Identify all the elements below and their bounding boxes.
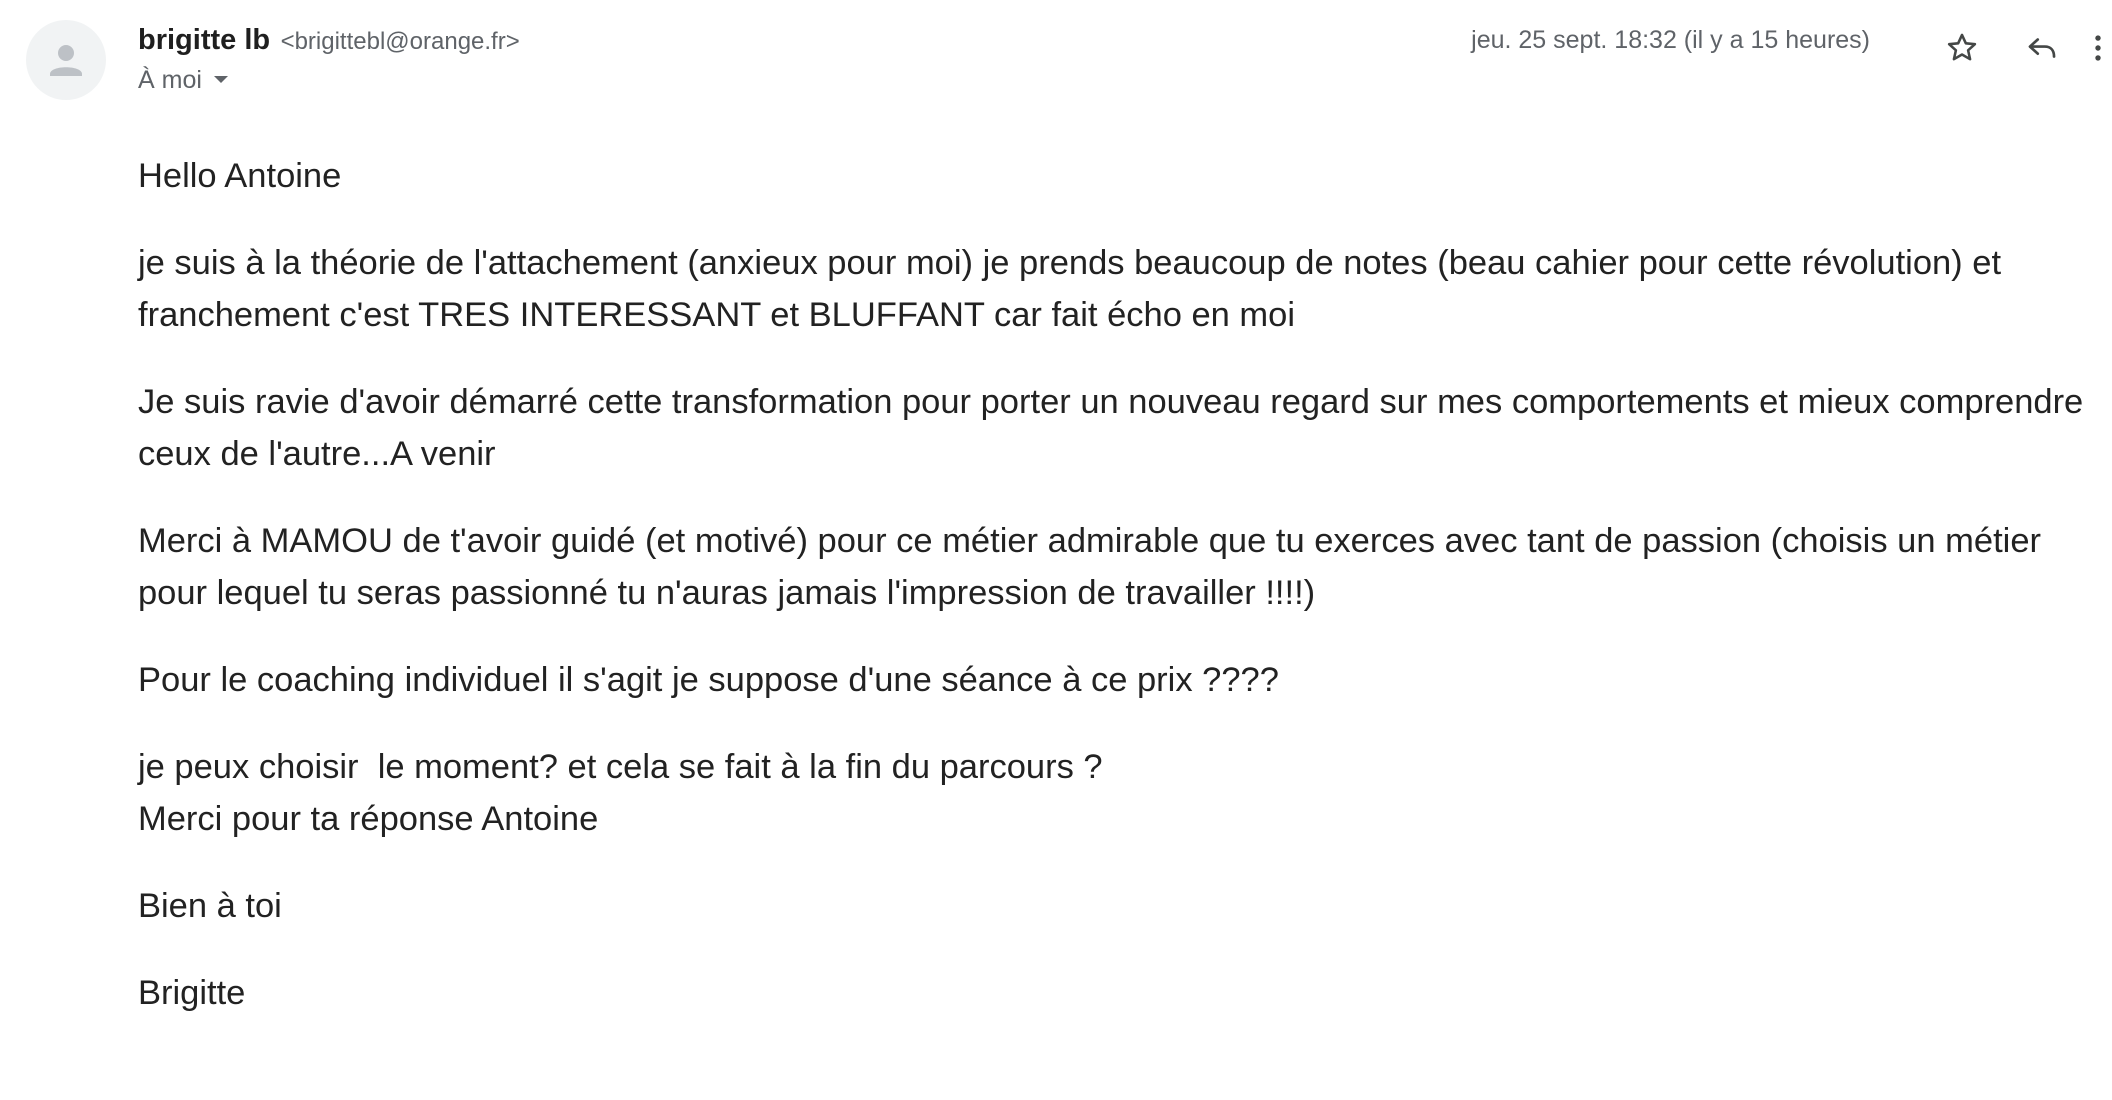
chevron-down-icon [213,75,228,83]
message-paragraph: Merci pour ta réponse Antoine [138,800,599,838]
message-paragraph: je peux choisir le moment? et cela se fa… [138,748,1103,786]
message-date: jeu. 25 sept. 18:32 (il y a 15 heures) [1471,26,1870,54]
recipient-label: À moi [138,66,202,94]
reply-icon [2028,38,2056,58]
avatar[interactable] [26,20,106,100]
more-vert-icon [2095,35,2101,61]
message-paragraph: Merci à MAMOU de t'avoir guidé (et motiv… [138,522,2041,612]
message-paragraph: Pour le coaching individuel il s'agit je… [138,661,1279,699]
message-header: brigitte lb <brigittebl@orange.fr> À moi… [138,18,2112,108]
sender-email[interactable]: <brigittebl@orange.fr> [281,28,520,55]
message-paragraph: Je suis ravie d'avoir démarré cette tran… [138,383,2084,473]
sender-line: brigitte lb <brigittebl@orange.fr> [138,22,520,63]
message-body: Hello Antoine je suis à la théorie de l'… [138,150,2098,1054]
message-paragraph: je suis à la théorie de l'attachement (a… [138,244,2002,334]
star-button[interactable] [1932,18,1992,78]
more-options-button[interactable] [2068,18,2112,78]
person-icon [50,45,82,76]
message-closing: Bien à toi [138,887,282,925]
sender-name[interactable]: brigitte lb [138,24,270,56]
star-icon [1947,33,1977,61]
message-signature: Brigitte [138,974,246,1012]
message-greeting: Hello Antoine [138,157,342,195]
reply-button[interactable] [2012,18,2072,78]
recipient-dropdown[interactable]: À moi [138,62,228,98]
